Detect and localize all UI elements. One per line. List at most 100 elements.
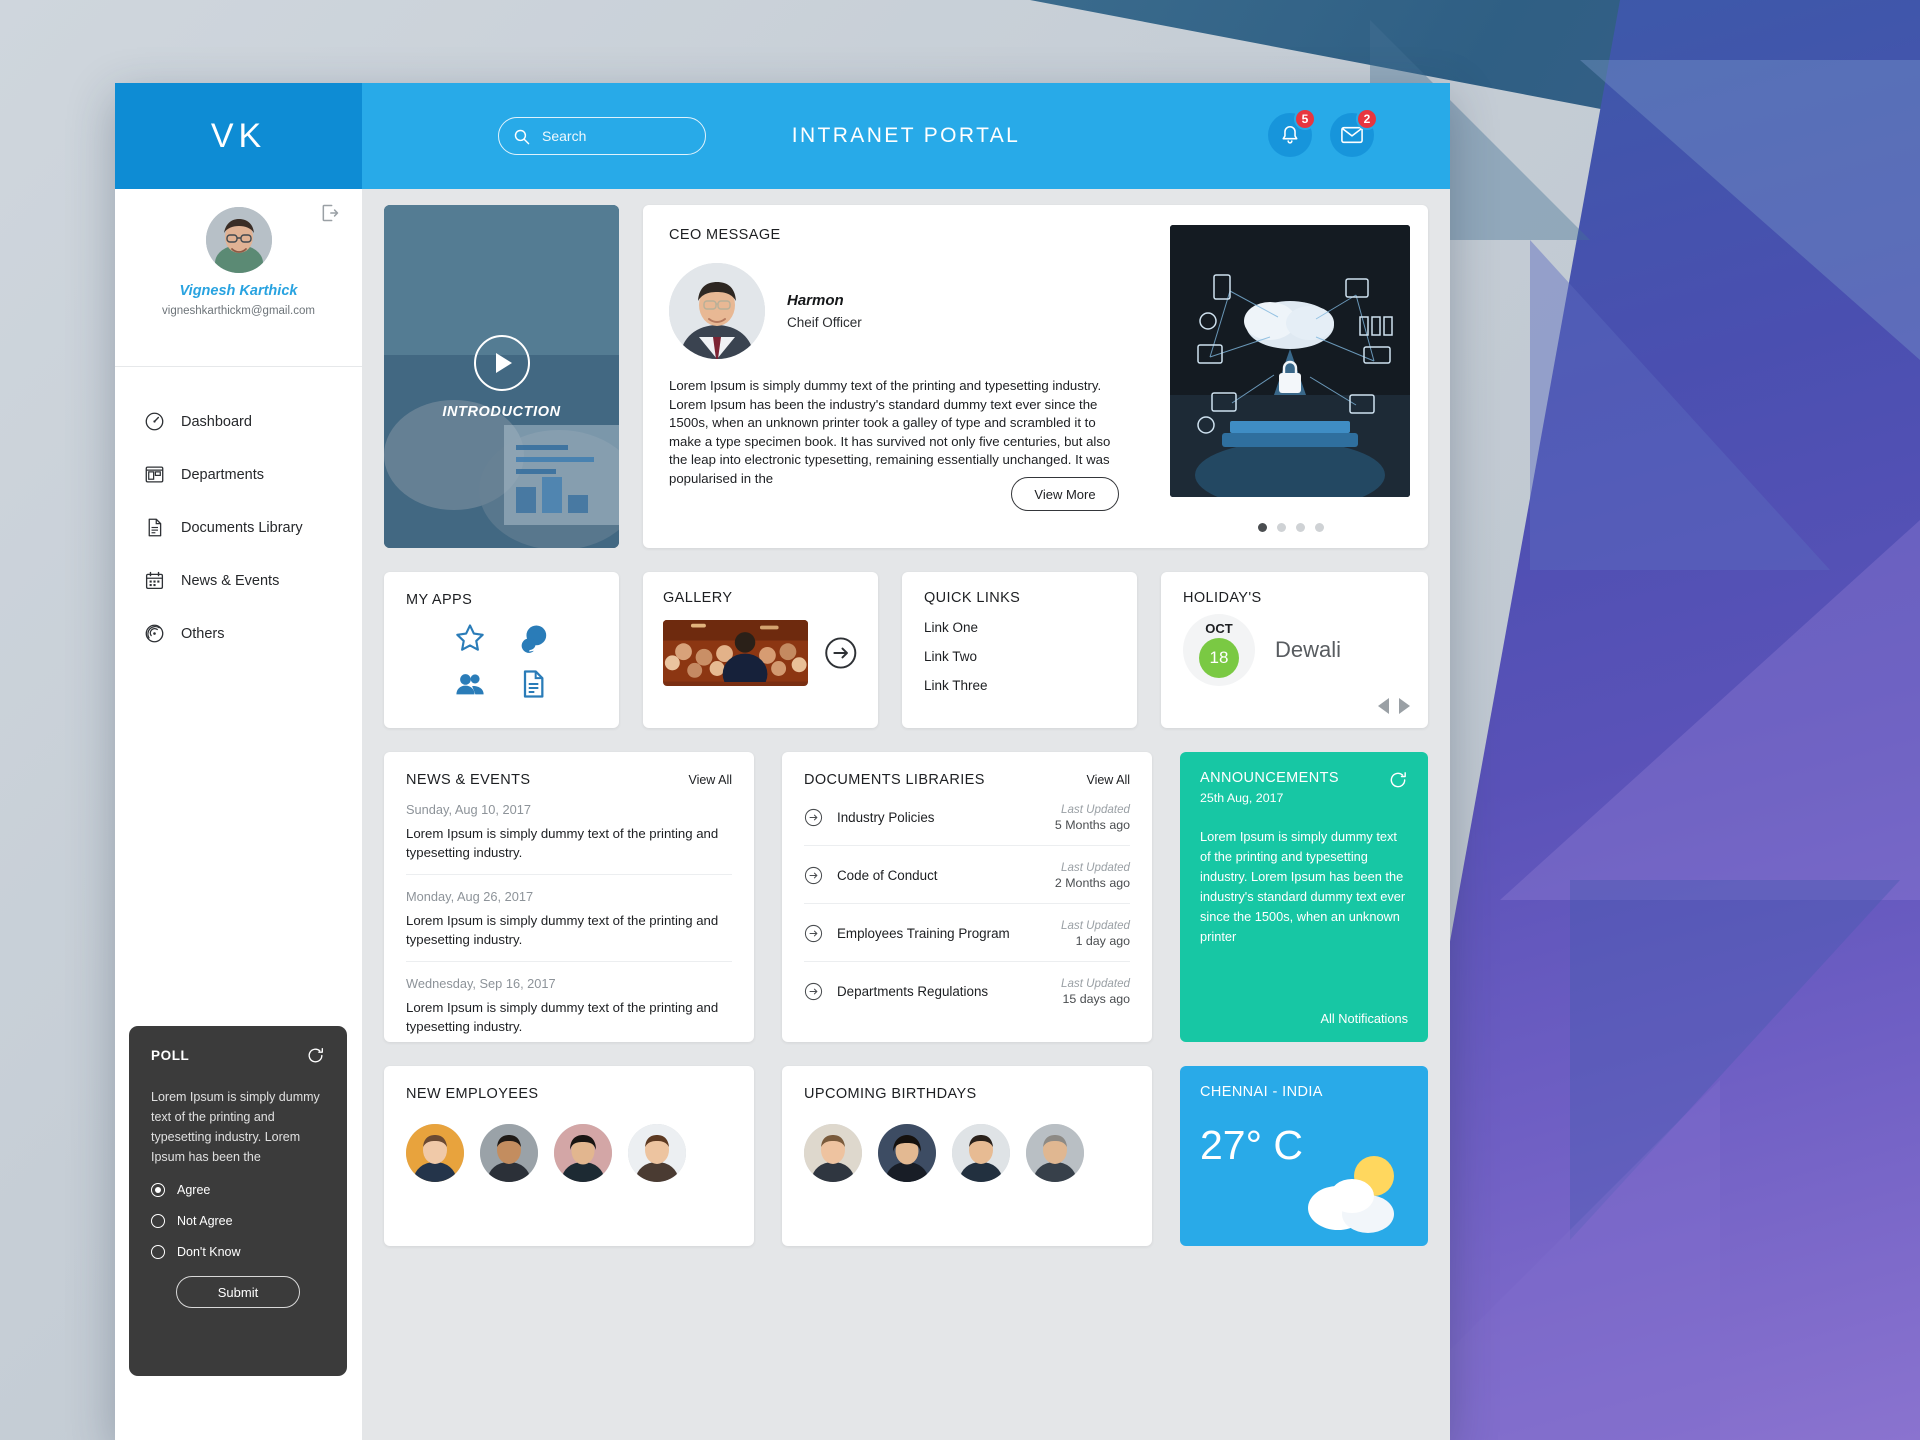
ceo-avatar xyxy=(669,263,765,359)
birthday-photo xyxy=(804,1124,862,1182)
document-icon[interactable] xyxy=(507,668,560,700)
carousel-dot[interactable] xyxy=(1296,523,1305,532)
row-content: NEWS & EVENTS View All Sunday, Aug 10, 2… xyxy=(384,752,1428,1042)
holiday-day: 18 xyxy=(1199,637,1239,678)
bg-triangle xyxy=(1500,520,1920,900)
signal-icon xyxy=(143,623,165,645)
star-icon[interactable] xyxy=(444,622,497,654)
holiday-nav xyxy=(1378,698,1410,714)
avatar[interactable] xyxy=(804,1124,862,1182)
documents-header: DOCUMENTS LIBRARIES View All xyxy=(804,772,1130,788)
sidebar-item-dashboard[interactable]: Dashboard xyxy=(115,395,362,448)
quick-links-card: QUICK LINKS Link One Link Two Link Three xyxy=(902,572,1137,728)
brand-logo[interactable]: VK xyxy=(211,117,266,156)
document-name: Code of Conduct xyxy=(837,868,938,883)
avatar[interactable] xyxy=(554,1124,612,1182)
carousel-dot[interactable] xyxy=(1315,523,1324,532)
sidebar-item-label: Dashboard xyxy=(181,413,252,430)
logout-icon[interactable] xyxy=(320,203,340,223)
carousel-dot[interactable] xyxy=(1277,523,1286,532)
prev-arrow-icon[interactable] xyxy=(1378,698,1389,714)
intro-caption: INTRODUCTION xyxy=(442,403,561,420)
arrow-circle-icon xyxy=(804,924,823,943)
news-text: Lorem Ipsum is simply dummy text of the … xyxy=(406,1000,719,1034)
notifications-badge: 5 xyxy=(1294,108,1316,130)
calendar-icon xyxy=(143,570,165,592)
sidebar-item-others[interactable]: Others xyxy=(115,607,362,660)
avatar[interactable] xyxy=(1026,1124,1084,1182)
ceo-view-more-button[interactable]: View More xyxy=(1011,477,1119,511)
sidebar-item-departments[interactable]: Departments xyxy=(115,448,362,501)
upcoming-birthdays-card: UPCOMING BIRTHDAYS xyxy=(782,1066,1152,1246)
news-title: NEWS & EVENTS xyxy=(406,772,531,788)
birthdays-avatars xyxy=(804,1124,1130,1182)
profile-block: Vignesh Karthick vigneshkarthickm@gmail.… xyxy=(115,189,362,367)
poll-option-agree[interactable]: Agree xyxy=(151,1183,325,1197)
poll-submit-button[interactable]: Submit xyxy=(176,1276,300,1308)
notifications-button[interactable]: 5 xyxy=(1268,108,1316,157)
row-people: NEW EMPLOYEES UPCOMING BIRTHDAYS CHENNAI… xyxy=(384,1066,1428,1246)
gallery-card: GALLERY xyxy=(643,572,878,728)
news-item[interactable]: Sunday, Aug 10, 2017 Lorem Ipsum is simp… xyxy=(406,788,732,875)
quick-link-one[interactable]: Link One xyxy=(924,620,1115,635)
arrow-circle-icon xyxy=(804,982,823,1001)
row-hero: INTRODUCTION CEO MESSAGE Harmon Cheif Of… xyxy=(384,205,1428,548)
messages-button[interactable]: 2 xyxy=(1330,108,1378,157)
chat-icon[interactable] xyxy=(507,622,560,654)
quick-link-three[interactable]: Link Three xyxy=(924,678,1115,693)
news-date: Sunday, Aug 10, 2017 xyxy=(406,802,531,817)
users-icon[interactable] xyxy=(444,668,497,700)
avatar[interactable] xyxy=(480,1124,538,1182)
news-header: NEWS & EVENTS View All xyxy=(406,772,732,788)
sidebar-item-documents-library[interactable]: Documents Library xyxy=(115,501,362,554)
news-item[interactable]: Monday, Aug 26, 2017 Lorem Ipsum is simp… xyxy=(406,875,732,962)
avatar[interactable] xyxy=(205,207,272,273)
document-row[interactable]: Code of Conduct Last Updated 2 Months ag… xyxy=(804,846,1130,904)
poll-option-dont-know[interactable]: Don't Know xyxy=(151,1245,325,1259)
employee-photo xyxy=(480,1124,538,1182)
documents-libraries-card: DOCUMENTS LIBRARIES View All Industry Po… xyxy=(782,752,1152,1042)
header-actions: 5 2 xyxy=(1268,108,1378,157)
refresh-icon[interactable] xyxy=(1388,770,1408,790)
sidebar-item-label: Departments xyxy=(181,466,265,483)
ceo-media-image xyxy=(1170,225,1410,497)
avatar[interactable] xyxy=(952,1124,1010,1182)
gauge-icon xyxy=(143,411,165,433)
gallery-thumbnail[interactable] xyxy=(663,620,809,686)
news-text: Lorem Ipsum is simply dummy text of the … xyxy=(406,913,719,947)
document-label-group: Industry Policies xyxy=(804,808,935,827)
gallery-next-arrow-icon[interactable] xyxy=(824,635,858,671)
sidebar-item-news-events[interactable]: News & Events xyxy=(115,554,362,607)
radio-icon xyxy=(151,1245,165,1259)
refresh-icon[interactable] xyxy=(306,1046,325,1065)
document-updated-ago: 1 day ago xyxy=(1075,934,1130,948)
weather-cloud-icon xyxy=(1308,1156,1394,1233)
news-view-all[interactable]: View All xyxy=(688,773,732,787)
document-icon xyxy=(143,517,165,539)
document-row[interactable]: Industry Policies Last Updated 5 Months … xyxy=(804,788,1130,846)
intro-video-card[interactable]: INTRODUCTION xyxy=(384,205,619,548)
carousel-dot[interactable] xyxy=(1258,523,1267,532)
technology-illustration xyxy=(1170,225,1410,497)
all-notifications-link[interactable]: All Notifications xyxy=(1321,1011,1408,1026)
news-item[interactable]: Wednesday, Sep 16, 2017 Lorem Ipsum is s… xyxy=(406,962,732,1048)
ceo-message-card: CEO MESSAGE Harmon Cheif Officer Lorem I… xyxy=(643,205,1428,548)
holiday-date-badge: OCT 18 xyxy=(1183,614,1255,686)
documents-view-all[interactable]: View All xyxy=(1086,773,1130,787)
poll-option-not-agree[interactable]: Not Agree xyxy=(151,1214,325,1228)
radio-icon xyxy=(151,1214,165,1228)
announcements-header: ANNOUNCEMENTS 25th Aug, 2017 xyxy=(1200,770,1408,805)
sidebar-nav: Dashboard Departments Documents Library … xyxy=(115,367,362,660)
news-date: Monday, Aug 26, 2017 xyxy=(406,889,534,904)
avatar[interactable] xyxy=(878,1124,936,1182)
avatar[interactable] xyxy=(628,1124,686,1182)
avatar[interactable] xyxy=(406,1124,464,1182)
document-row[interactable]: Employees Training Program Last Updated … xyxy=(804,904,1130,962)
quick-link-two[interactable]: Link Two xyxy=(924,649,1115,664)
my-apps-title: MY APPS xyxy=(406,592,473,608)
play-icon[interactable] xyxy=(473,334,530,391)
next-arrow-icon[interactable] xyxy=(1399,698,1410,714)
ceo-message-text: Lorem Ipsum is simply dummy text of the … xyxy=(669,378,1111,486)
document-row[interactable]: Departments Regulations Last Updated 15 … xyxy=(804,962,1130,1019)
employee-photo xyxy=(628,1124,686,1182)
